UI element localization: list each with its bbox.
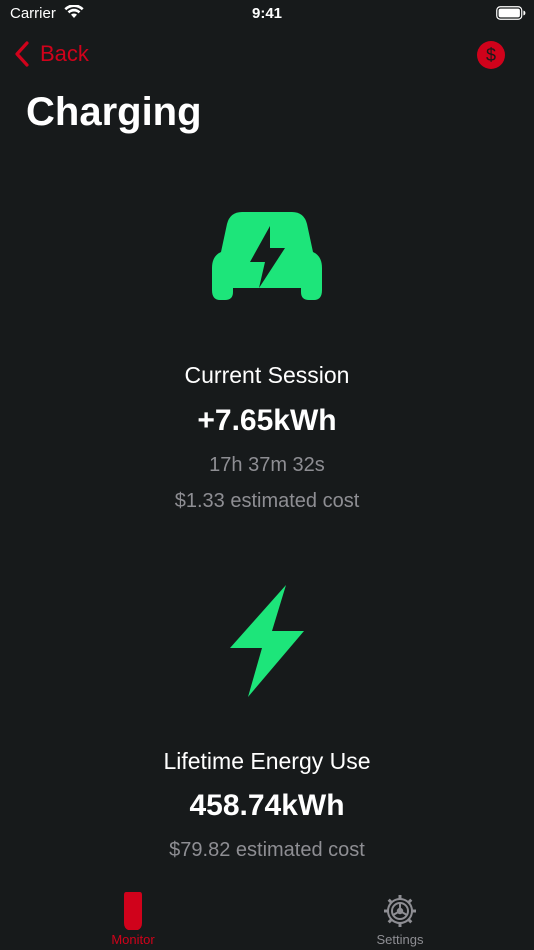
clock: 9:41 (251, 5, 283, 22)
chevron-left-icon (15, 41, 29, 67)
battery-icon (496, 6, 526, 20)
status-bar: Carrier 9:41 (0, 0, 534, 28)
tab-monitor-label: Monitor (111, 932, 155, 947)
tab-settings-label: Settings (376, 932, 424, 947)
tab-monitor[interactable]: Monitor (33, 885, 233, 950)
monitor-icon (124, 892, 142, 930)
lifetime-cost: $79.82 estimated cost (169, 839, 365, 861)
cost-button[interactable]: $ (477, 41, 505, 69)
back-button[interactable]: Back (14, 38, 89, 70)
lifetime-title: Lifetime Energy Use (163, 748, 371, 774)
current-session-cost: $1.33 estimated cost (174, 490, 360, 512)
current-session-duration: 17h 37m 32s (209, 454, 325, 476)
tab-settings[interactable]: Settings (300, 885, 500, 950)
dollar-icon: $ (485, 45, 496, 65)
current-session-energy: +7.65kWh (197, 404, 337, 437)
page-title: Charging (26, 90, 202, 134)
gear-icon (384, 895, 416, 927)
car-charging-icon (212, 212, 322, 300)
current-session-title: Current Session (184, 362, 350, 388)
tab-bar: Monitor Settings (0, 885, 534, 950)
lightning-bolt-icon (230, 585, 304, 697)
lifetime-energy: 458.74kWh (189, 789, 345, 822)
back-label: Back (40, 41, 89, 66)
